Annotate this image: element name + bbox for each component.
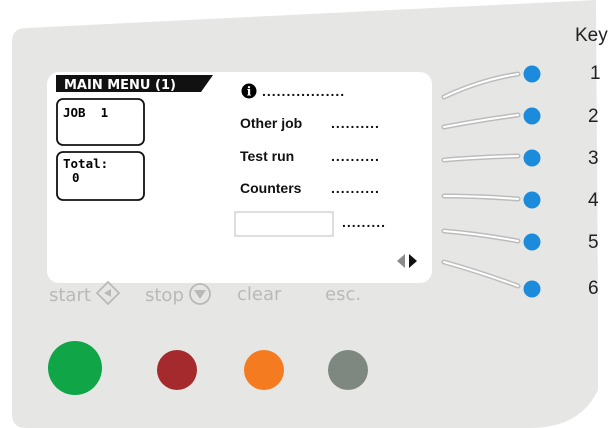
clear-label: clear bbox=[237, 284, 282, 305]
main-menu-header: MAIN MENU (1) bbox=[64, 78, 176, 93]
total-box-value: 0 bbox=[72, 170, 80, 185]
softkey-led-3[interactable] bbox=[523, 149, 541, 167]
esc-button[interactable] bbox=[328, 350, 368, 390]
menu-item-other-job: Other job bbox=[240, 115, 302, 131]
esc-label: esc. bbox=[325, 284, 361, 305]
key-number-6: 6 bbox=[588, 278, 599, 299]
job-box: JOB 1 bbox=[63, 105, 108, 120]
stop-button[interactable] bbox=[157, 350, 197, 390]
clear-button[interactable] bbox=[244, 350, 284, 390]
softkey-led-5[interactable] bbox=[523, 233, 541, 251]
key-number-4: 4 bbox=[588, 190, 599, 211]
softkey-led-1[interactable] bbox=[523, 65, 541, 83]
softkey-led-6[interactable] bbox=[523, 280, 541, 298]
menu-item-test-run-dots: .......... bbox=[331, 148, 380, 164]
stop-label: stop bbox=[145, 285, 184, 306]
key-number-1: 1 bbox=[590, 63, 601, 84]
start-label: start bbox=[49, 285, 91, 306]
total-box-label: Total: bbox=[63, 156, 108, 171]
menu-row-input-dots: ......... bbox=[342, 214, 386, 230]
menu-item-counters: Counters bbox=[240, 180, 302, 196]
menu-item-test-run: Test run bbox=[240, 148, 294, 164]
menu-row-info-dots: ................. bbox=[262, 83, 345, 99]
key-number-3: 3 bbox=[588, 148, 599, 169]
menu-item-counters-dots: .......... bbox=[331, 180, 380, 196]
start-button[interactable] bbox=[48, 341, 102, 395]
softkey-led-2[interactable] bbox=[523, 107, 541, 125]
empty-input-field[interactable] bbox=[234, 211, 334, 237]
menu-item-other-job-dots: .......... bbox=[331, 115, 380, 131]
info-icon-glyph: i bbox=[247, 85, 252, 99]
key-number-5: 5 bbox=[588, 232, 599, 253]
key-number-2: 2 bbox=[588, 106, 599, 127]
key-title: Key bbox=[575, 25, 608, 46]
softkey-led-4[interactable] bbox=[523, 191, 541, 209]
